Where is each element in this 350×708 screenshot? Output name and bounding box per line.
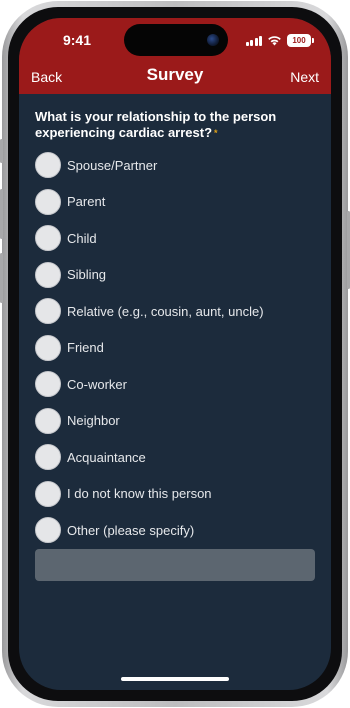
radio-button[interactable] — [35, 480, 61, 507]
radio-button[interactable] — [35, 188, 61, 215]
other-specify-input[interactable] — [35, 549, 315, 581]
screen: 9:41 100 Back Survey Next What is your r… — [19, 18, 331, 690]
option-co-worker[interactable]: Co-worker — [35, 366, 315, 403]
radio-button[interactable] — [35, 225, 61, 252]
option-acquaintance[interactable]: Acquaintance — [35, 439, 315, 476]
radio-button[interactable] — [35, 444, 61, 471]
option-label: Acquaintance — [67, 449, 146, 465]
next-button[interactable]: Next — [290, 69, 319, 85]
wifi-icon — [268, 35, 281, 45]
option-label: Sibling — [67, 267, 107, 283]
option-label: Neighbor — [67, 413, 120, 429]
option-label: I do not know this person — [67, 486, 212, 502]
dynamic-island — [124, 24, 228, 56]
status-time: 9:41 — [62, 32, 92, 48]
radio-button[interactable] — [35, 371, 61, 398]
question-text: What is your relationship to the person … — [35, 109, 307, 141]
required-marker: * — [214, 128, 218, 138]
option-friend[interactable]: Friend — [35, 330, 315, 367]
option-label: Spouse/Partner — [67, 157, 158, 173]
radio-button[interactable] — [35, 261, 61, 288]
option-label: Relative (e.g., cousin, aunt, uncle) — [67, 303, 264, 319]
radio-button[interactable] — [35, 152, 61, 179]
volume-up-button — [0, 189, 3, 239]
camera-icon — [207, 34, 219, 46]
battery-icon: 100 — [287, 33, 314, 47]
home-indicator[interactable] — [121, 677, 229, 681]
app-header: 9:41 100 Back Survey Next — [19, 18, 331, 94]
option-label: Child — [67, 230, 97, 246]
option-label: Parent — [67, 194, 106, 210]
option-label: Friend — [67, 340, 104, 356]
survey-content: What is your relationship to the person … — [19, 94, 331, 690]
radio-button[interactable] — [35, 298, 61, 325]
option-child[interactable]: Child — [35, 220, 315, 257]
radio-button[interactable] — [35, 334, 61, 361]
option-sibling[interactable]: Sibling — [35, 257, 315, 294]
nav-bar: Back Survey Next — [19, 62, 331, 94]
option-parent[interactable]: Parent — [35, 184, 315, 221]
option-neighbor[interactable]: Neighbor — [35, 403, 315, 440]
option-relative[interactable]: Relative (e.g., cousin, aunt, uncle) — [35, 293, 315, 330]
back-button[interactable]: Back — [31, 69, 62, 85]
option-spouse-partner[interactable]: Spouse/Partner — [35, 147, 315, 184]
radio-button[interactable] — [35, 407, 61, 434]
option-label: Co-worker — [67, 376, 127, 392]
action-button — [0, 139, 3, 163]
page-title: Survey — [146, 65, 204, 84]
volume-down-button — [0, 253, 3, 303]
radio-group: Spouse/Partner Parent Child Sibling Rela… — [35, 147, 315, 549]
cellular-signal-icon — [245, 35, 262, 46]
status-icons: 100 — [245, 33, 314, 47]
option-label: Other (please specify) — [67, 522, 195, 538]
status-bar: 9:41 100 — [19, 18, 331, 62]
option-other[interactable]: Other (please specify) — [35, 512, 315, 549]
question-label: What is your relationship to the person … — [35, 109, 277, 140]
option-unknown-person[interactable]: I do not know this person — [35, 476, 315, 513]
radio-button[interactable] — [35, 517, 61, 544]
